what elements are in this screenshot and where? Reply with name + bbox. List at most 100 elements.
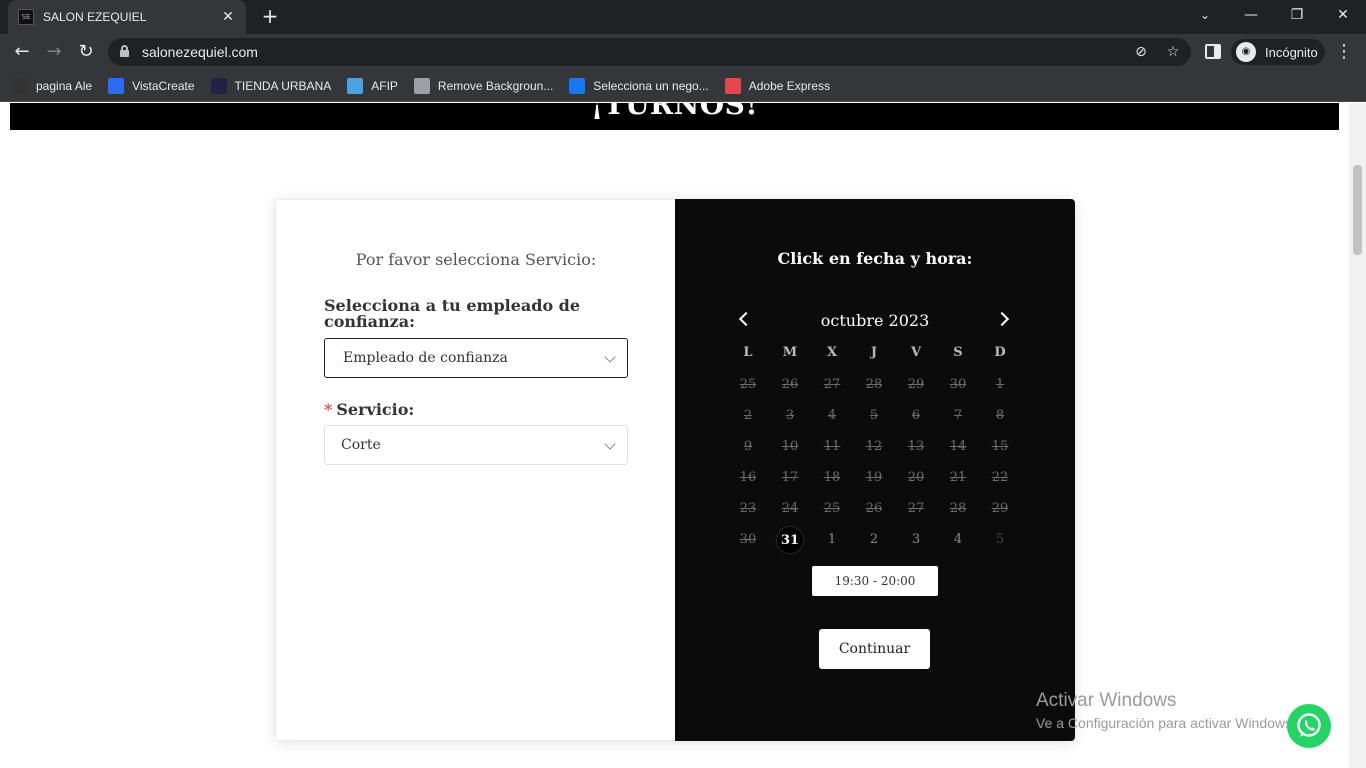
address-bar[interactable]: salonezequiel.com ⊘ ☆ <box>108 38 1191 66</box>
calendar-day: 3 <box>785 408 795 423</box>
watermark-subtitle: Ve a Configuración para activar Windows. <box>1036 715 1296 731</box>
minimize-button[interactable]: — <box>1228 0 1274 30</box>
calendar-day: 30 <box>949 377 967 392</box>
calendar-day: 24 <box>781 501 799 516</box>
forward-arrow-icon[interactable]: → <box>40 38 68 66</box>
restore-button[interactable]: ❐ <box>1274 0 1320 30</box>
new-tab-button[interactable]: + <box>258 5 282 29</box>
store-icon <box>210 77 227 94</box>
bookmark-item[interactable]: Selecciona un nego... <box>569 74 709 98</box>
tab-search-icon[interactable]: ⌄ <box>1182 0 1228 30</box>
calendar-day: 29 <box>907 377 925 392</box>
reload-icon[interactable]: ↻ <box>72 38 100 66</box>
weekday-label: J <box>870 345 878 360</box>
bookmark-label: Adobe Express <box>748 78 831 93</box>
tab-title: SALON EZEQUIEL <box>43 10 147 24</box>
calendar-day: 26 <box>865 501 883 516</box>
calendar-day[interactable]: 4 <box>944 526 972 554</box>
chevron-left-icon[interactable] <box>738 311 754 327</box>
incognito-label: Incógnito <box>1265 44 1318 60</box>
adobe-express-icon <box>724 77 741 94</box>
layers-icon <box>413 77 430 94</box>
calendar-day[interactable]: 3 <box>902 526 930 554</box>
continue-button[interactable]: Continuar <box>819 629 930 669</box>
calendar-day: 28 <box>865 377 883 392</box>
page-scrollbar[interactable] <box>1349 103 1366 768</box>
bookmark-item[interactable]: Adobe Express <box>724 74 831 98</box>
page-viewport: ¡TURNOS! Por favor selecciona Servicio: … <box>0 103 1366 768</box>
calendar-heading: Click en fecha y hora: <box>777 249 973 268</box>
tab-strip: SE SALON EZEQUIEL ✕ + ⌄ — ❐ ✕ <box>0 0 1366 34</box>
browser-tab[interactable]: SE SALON EZEQUIEL ✕ <box>8 0 246 34</box>
calendar-day: 30 <box>739 532 757 547</box>
bookmark-item[interactable]: pagina Ale <box>12 74 92 98</box>
bookmark-label: Remove Backgroun... <box>437 78 554 93</box>
calendar-day: 12 <box>865 439 883 454</box>
calendar-day: 29 <box>991 501 1009 516</box>
calendar-day: 27 <box>907 501 925 516</box>
bookmark-label: AFIP <box>371 78 398 93</box>
bookmark-label: VistaCreate <box>132 78 195 93</box>
calendar-day: 17 <box>781 470 799 485</box>
calendar-day: 14 <box>949 439 967 454</box>
calendar-day: 16 <box>739 470 757 485</box>
calendar-day[interactable]: 2 <box>860 526 888 554</box>
service-select-value: Corte <box>341 437 381 453</box>
url-text[interactable]: salonezequiel.com <box>142 44 258 60</box>
weekday-label: D <box>994 345 1006 360</box>
incognito-indicator[interactable]: ◉ Incógnito <box>1231 39 1325 65</box>
service-panel: Por favor selecciona Servicio: Seleccion… <box>275 199 675 741</box>
bookmark-star-icon[interactable]: ☆ <box>1163 42 1183 62</box>
calendar-day: 2 <box>743 408 753 423</box>
bookmark-item[interactable]: VistaCreate <box>108 74 195 98</box>
calendar-day: 22 <box>991 470 1009 485</box>
side-panel-icon[interactable] <box>1205 44 1221 59</box>
windows-activation-watermark: Activar Windows Ve a Configuración para … <box>1036 690 1296 731</box>
calendar-day: 13 <box>907 439 925 454</box>
calendar-day: 23 <box>739 501 757 516</box>
vistacreate-icon <box>108 77 125 94</box>
weekday-label: M <box>782 345 798 360</box>
whatsapp-button[interactable] <box>1287 704 1331 748</box>
service-label: * Servicio: <box>324 400 414 419</box>
bookmark-item[interactable]: AFIP <box>347 74 398 98</box>
calendar-day: 28 <box>949 501 967 516</box>
selected-day[interactable]: 31 <box>776 526 804 554</box>
calendar-day: 20 <box>907 470 925 485</box>
lock-icon <box>120 45 129 57</box>
calendar-day: 11 <box>823 439 841 454</box>
time-slot-button[interactable]: 19:30 - 20:00 <box>812 566 938 596</box>
banner-title: ¡TURNOS! <box>590 103 759 121</box>
calendar-day: 6 <box>911 408 921 423</box>
afip-icon <box>347 77 364 94</box>
service-heading: Por favor selecciona Servicio: <box>355 250 597 269</box>
chevron-right-icon[interactable] <box>994 311 1010 327</box>
booking-card: Por favor selecciona Servicio: Seleccion… <box>275 199 1075 741</box>
close-window-button[interactable]: ✕ <box>1320 0 1366 30</box>
calendar-day: 15 <box>991 439 1009 454</box>
whatsapp-icon <box>1297 713 1321 737</box>
more-menu-icon[interactable]: ⋮ <box>1334 38 1354 66</box>
bookmark-item[interactable]: TIENDA URBANA <box>210 74 331 98</box>
chevron-down-icon <box>604 438 616 450</box>
header-banner: ¡TURNOS! <box>10 103 1339 130</box>
employee-select[interactable]: Empleado de confianza <box>324 338 628 378</box>
calendar-panel: Click en fecha y hora: octubre 2023 L M X J… <box>675 199 1075 741</box>
calendar-day: 25 <box>823 501 841 516</box>
close-tab-icon[interactable]: ✕ <box>220 9 236 25</box>
service-select[interactable]: Corte <box>324 425 628 465</box>
scrollbar-thumb[interactable] <box>1353 165 1362 255</box>
calendar-day: 26 <box>781 377 799 392</box>
weekday-label: S <box>953 345 963 360</box>
calendar-day[interactable]: 1 <box>818 526 846 554</box>
month-label: octubre 2023 <box>820 311 930 330</box>
browser-toolbar: ← → ↻ salonezequiel.com ⊘ ☆ ◉ Incógnito … <box>0 34 1366 70</box>
bookmark-item[interactable]: Remove Backgroun... <box>413 74 554 98</box>
calendar-day: 25 <box>739 377 757 392</box>
weekday-label: V <box>910 345 922 360</box>
incognito-icon: ◉ <box>1236 42 1256 62</box>
calendar-day: 1 <box>995 377 1005 392</box>
eye-blocked-icon[interactable]: ⊘ <box>1131 42 1151 62</box>
back-arrow-icon[interactable]: ← <box>8 38 36 66</box>
service-label-text: Servicio: <box>336 400 415 419</box>
